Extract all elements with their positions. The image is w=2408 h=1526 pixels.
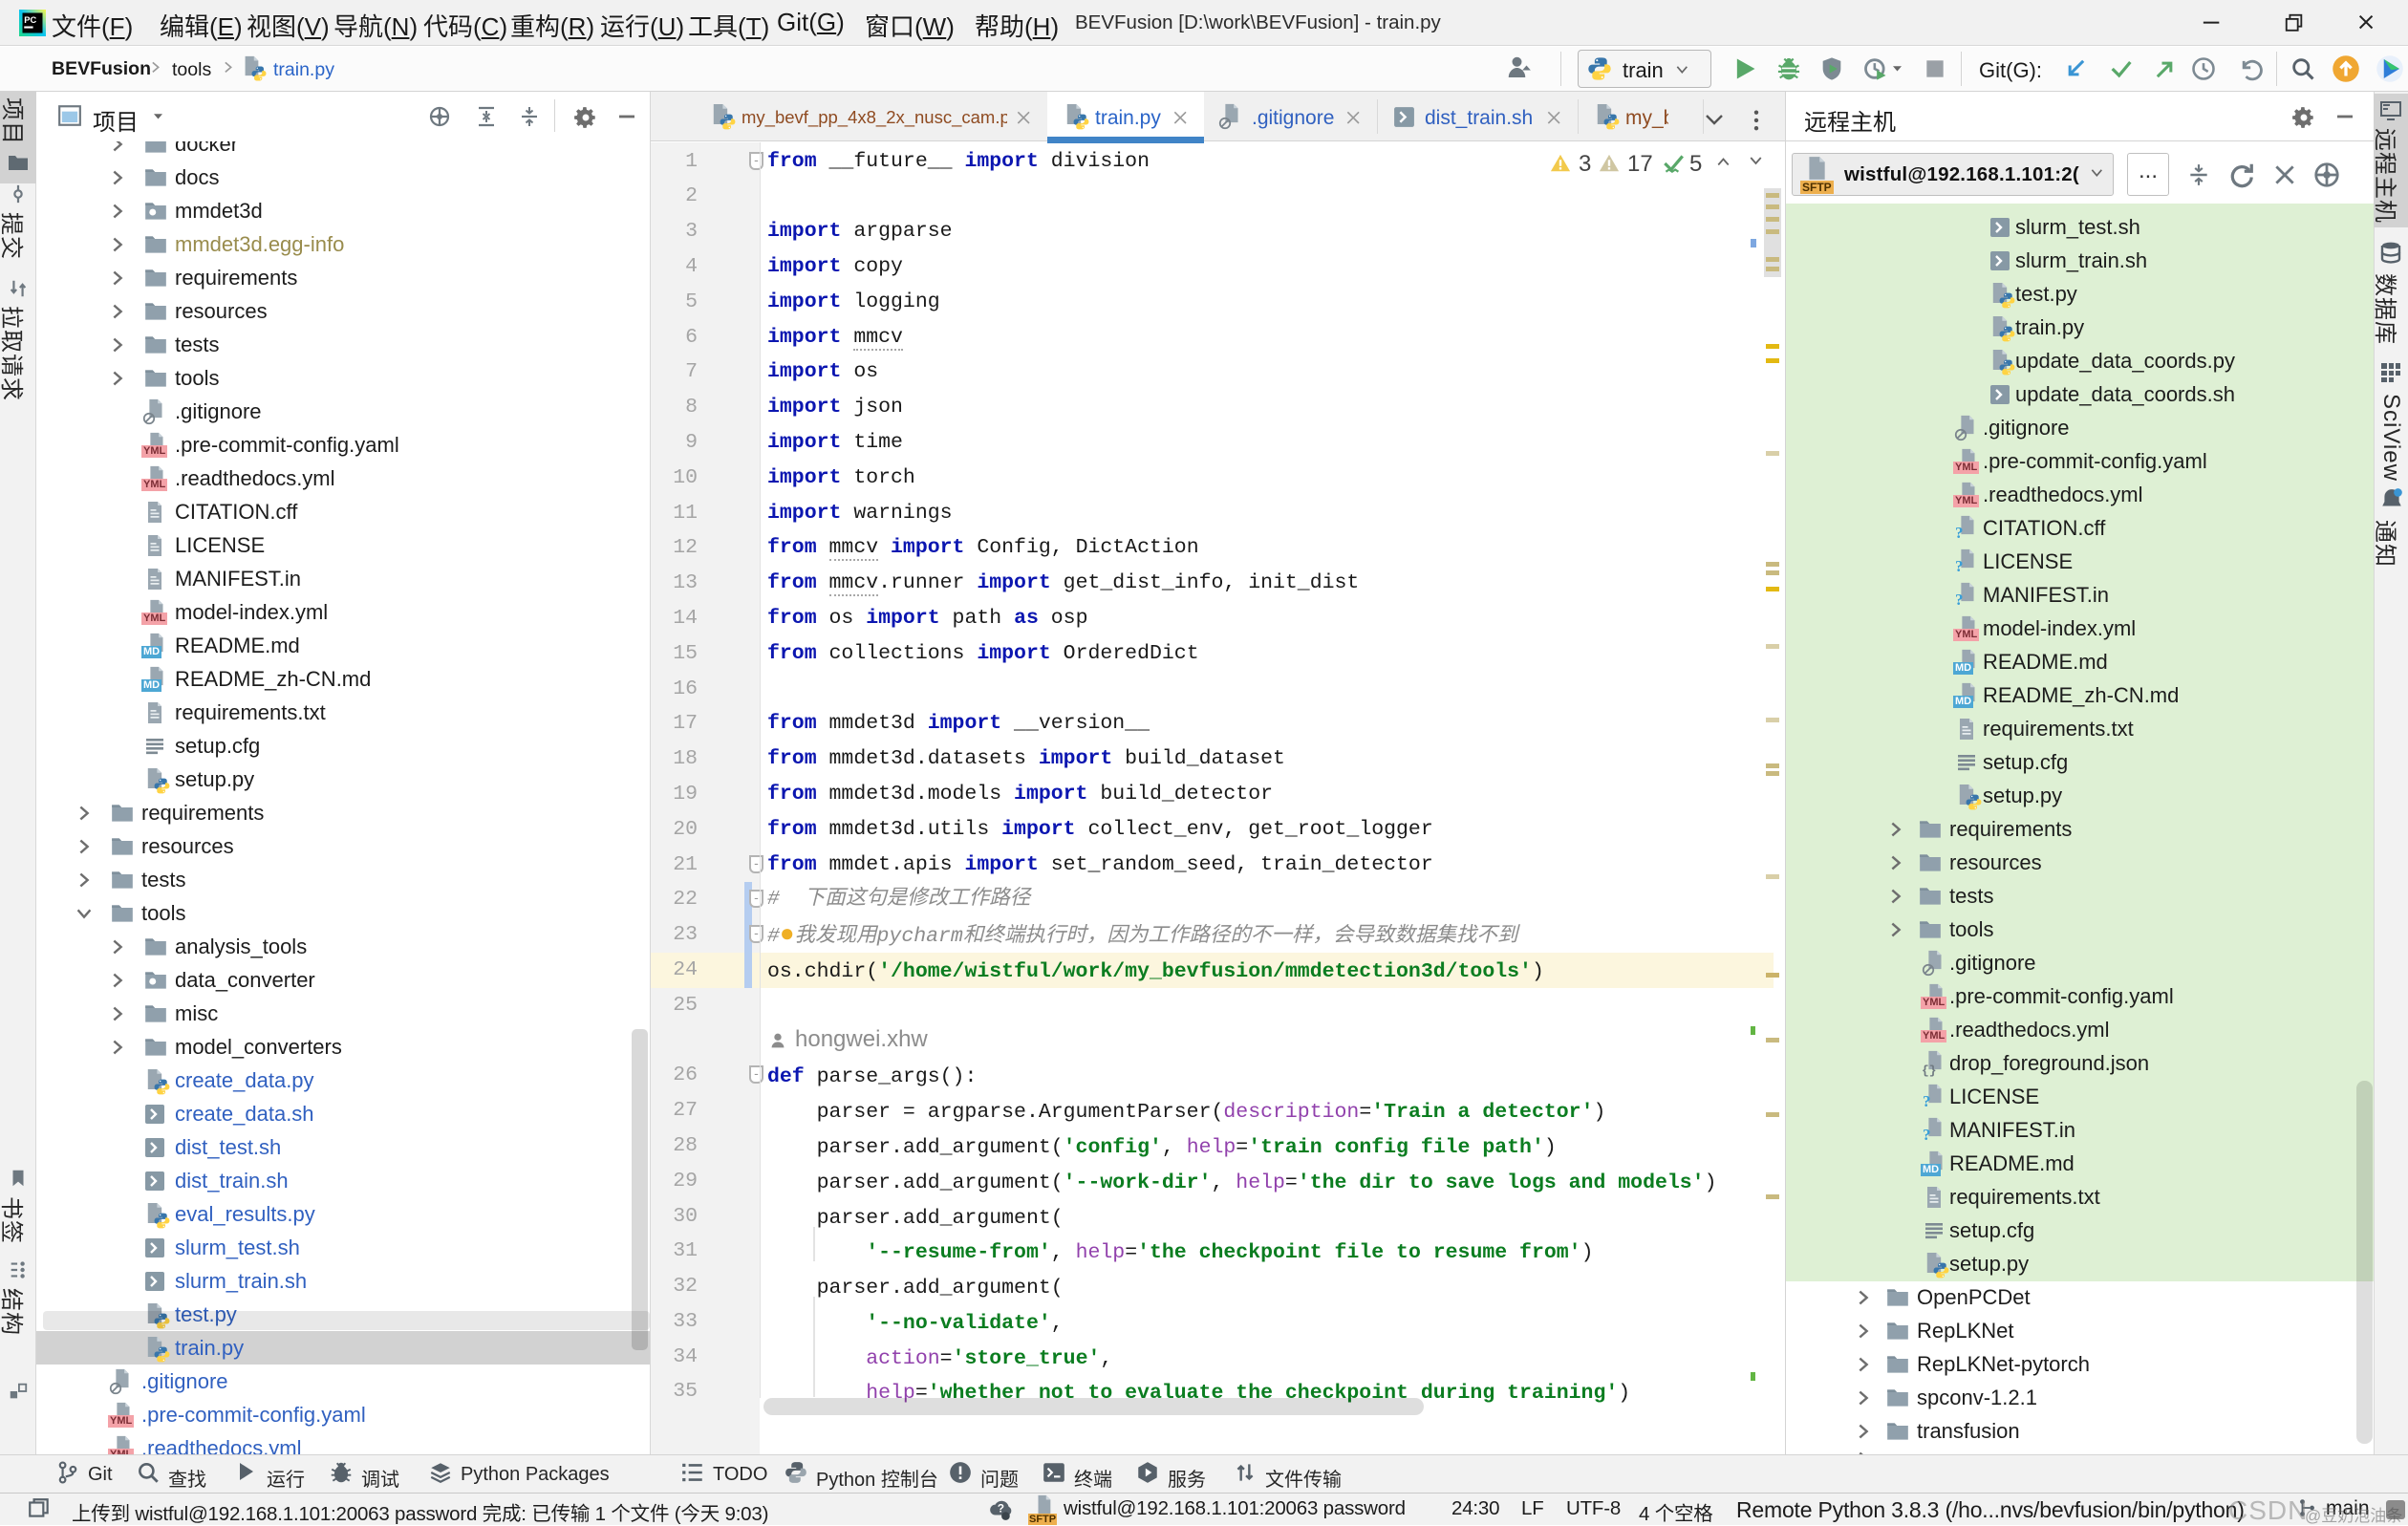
svg-text:PC: PC xyxy=(24,15,36,25)
